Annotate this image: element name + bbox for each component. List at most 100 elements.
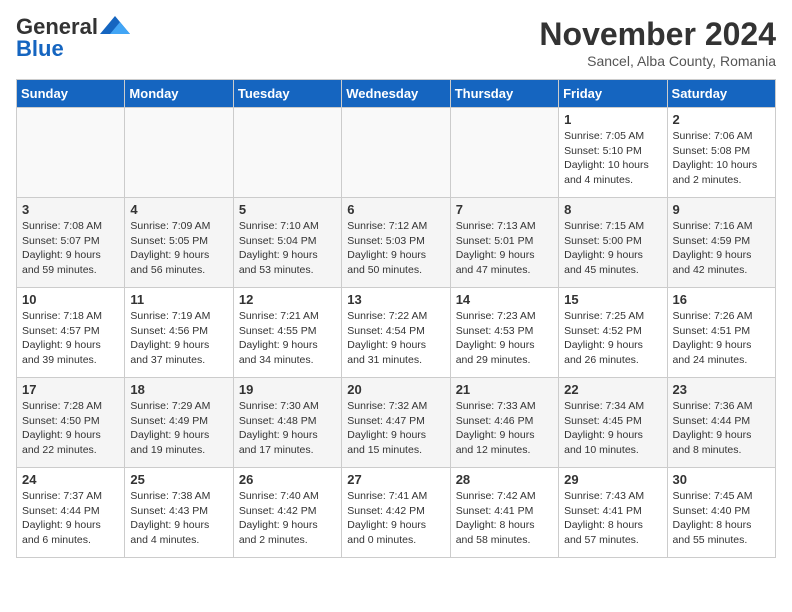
day-number: 13 xyxy=(347,292,444,307)
calendar-cell-w0-d4 xyxy=(450,108,558,198)
day-number: 4 xyxy=(130,202,227,217)
calendar-week-1: 3 Sunrise: 7:08 AMSunset: 5:07 PMDaylight… xyxy=(17,198,776,288)
day-number: 29 xyxy=(564,472,661,487)
calendar-cell-w1-d0: 3 Sunrise: 7:08 AMSunset: 5:07 PMDaylight… xyxy=(17,198,125,288)
day-info: Sunrise: 7:25 AMSunset: 4:52 PMDaylight:… xyxy=(564,309,661,368)
calendar-cell-w2-d2: 12 Sunrise: 7:21 AMSunset: 4:55 PMDayligh… xyxy=(233,288,341,378)
calendar-cell-w1-d1: 4 Sunrise: 7:09 AMSunset: 5:05 PMDaylight… xyxy=(125,198,233,288)
calendar-cell-w0-d6: 2 Sunrise: 7:06 AMSunset: 5:08 PMDaylight… xyxy=(667,108,775,198)
day-info: Sunrise: 7:28 AMSunset: 4:50 PMDaylight:… xyxy=(22,399,119,458)
day-number: 19 xyxy=(239,382,336,397)
day-info: Sunrise: 7:21 AMSunset: 4:55 PMDaylight:… xyxy=(239,309,336,368)
day-info: Sunrise: 7:19 AMSunset: 4:56 PMDaylight:… xyxy=(130,309,227,368)
day-number: 16 xyxy=(673,292,770,307)
day-number: 28 xyxy=(456,472,553,487)
calendar-cell-w1-d2: 5 Sunrise: 7:10 AMSunset: 5:04 PMDaylight… xyxy=(233,198,341,288)
calendar-cell-w4-d6: 30Sunrise: 7:45 AMSunset: 4:40 PMDayligh… xyxy=(667,468,775,558)
day-info: Sunrise: 7:37 AMSunset: 4:44 PMDaylight:… xyxy=(22,489,119,548)
day-info: Sunrise: 7:43 AMSunset: 4:41 PMDaylight:… xyxy=(564,489,661,548)
calendar-cell-w2-d4: 14Sunrise: 7:23 AMSunset: 4:53 PMDayligh… xyxy=(450,288,558,378)
header-thursday: Thursday xyxy=(450,80,558,108)
calendar-cell-w2-d0: 10 Sunrise: 7:18 AMSunset: 4:57 PMDayligh… xyxy=(17,288,125,378)
day-number: 9 xyxy=(673,202,770,217)
calendar-cell-w4-d1: 25 Sunrise: 7:38 AMSunset: 4:43 PMDayligh… xyxy=(125,468,233,558)
header-monday: Monday xyxy=(125,80,233,108)
day-info: Sunrise: 7:09 AMSunset: 5:05 PMDaylight:… xyxy=(130,219,227,278)
calendar-cell-w0-d2 xyxy=(233,108,341,198)
header-sunday: Sunday xyxy=(17,80,125,108)
title-area: November 2024 Sancel, Alba County, Roman… xyxy=(539,16,776,69)
day-info: Sunrise: 7:18 AMSunset: 4:57 PMDaylight:… xyxy=(22,309,119,368)
calendar-cell-w2-d1: 11 Sunrise: 7:19 AMSunset: 4:56 PMDayligh… xyxy=(125,288,233,378)
logo-text: General xyxy=(16,16,130,38)
day-number: 25 xyxy=(130,472,227,487)
logo: General Blue xyxy=(16,16,130,60)
calendar-cell-w0-d0 xyxy=(17,108,125,198)
day-number: 15 xyxy=(564,292,661,307)
day-number: 5 xyxy=(239,202,336,217)
calendar-cell-w0-d5: 1 Sunrise: 7:05 AMSunset: 5:10 PMDaylight… xyxy=(559,108,667,198)
logo-icon xyxy=(100,16,130,34)
day-number: 8 xyxy=(564,202,661,217)
month-title: November 2024 xyxy=(539,16,776,53)
calendar-cell-w1-d6: 9 Sunrise: 7:16 AMSunset: 4:59 PMDaylight… xyxy=(667,198,775,288)
calendar-cell-w3-d3: 20Sunrise: 7:32 AMSunset: 4:47 PMDayligh… xyxy=(342,378,450,468)
day-info: Sunrise: 7:22 AMSunset: 4:54 PMDaylight:… xyxy=(347,309,444,368)
day-info: Sunrise: 7:06 AMSunset: 5:08 PMDaylight:… xyxy=(673,129,770,188)
calendar-cell-w4-d4: 28 Sunrise: 7:42 AMSunset: 4:41 PMDayligh… xyxy=(450,468,558,558)
calendar-cell-w2-d5: 15 Sunrise: 7:25 AMSunset: 4:52 PMDayligh… xyxy=(559,288,667,378)
calendar-cell-w3-d6: 23 Sunrise: 7:36 AMSunset: 4:44 PMDayligh… xyxy=(667,378,775,468)
calendar-cell-w3-d2: 19 Sunrise: 7:30 AMSunset: 4:48 PMDayligh… xyxy=(233,378,341,468)
day-number: 23 xyxy=(673,382,770,397)
calendar-week-2: 10 Sunrise: 7:18 AMSunset: 4:57 PMDayligh… xyxy=(17,288,776,378)
day-info: Sunrise: 7:08 AMSunset: 5:07 PMDaylight:… xyxy=(22,219,119,278)
logo-blue: Blue xyxy=(16,38,64,60)
day-number: 17 xyxy=(22,382,119,397)
calendar-cell-w3-d0: 17 Sunrise: 7:28 AMSunset: 4:50 PMDayligh… xyxy=(17,378,125,468)
calendar-week-3: 17 Sunrise: 7:28 AMSunset: 4:50 PMDayligh… xyxy=(17,378,776,468)
day-info: Sunrise: 7:26 AMSunset: 4:51 PMDaylight:… xyxy=(673,309,770,368)
header-saturday: Saturday xyxy=(667,80,775,108)
day-number: 14 xyxy=(456,292,553,307)
header-wednesday: Wednesday xyxy=(342,80,450,108)
day-info: Sunrise: 7:40 AMSunset: 4:42 PMDaylight:… xyxy=(239,489,336,548)
calendar-cell-w0-d3 xyxy=(342,108,450,198)
calendar-week-4: 24Sunrise: 7:37 AMSunset: 4:44 PMDayligh… xyxy=(17,468,776,558)
day-info: Sunrise: 7:32 AMSunset: 4:47 PMDaylight:… xyxy=(347,399,444,458)
calendar-cell-w2-d3: 13 Sunrise: 7:22 AMSunset: 4:54 PMDayligh… xyxy=(342,288,450,378)
header-tuesday: Tuesday xyxy=(233,80,341,108)
day-number: 2 xyxy=(673,112,770,127)
day-number: 7 xyxy=(456,202,553,217)
day-number: 12 xyxy=(239,292,336,307)
day-number: 27 xyxy=(347,472,444,487)
day-info: Sunrise: 7:10 AMSunset: 5:04 PMDaylight:… xyxy=(239,219,336,278)
day-number: 11 xyxy=(130,292,227,307)
calendar-header-row: Sunday Monday Tuesday Wednesday Thursday… xyxy=(17,80,776,108)
calendar-cell-w0-d1 xyxy=(125,108,233,198)
day-number: 10 xyxy=(22,292,119,307)
day-number: 1 xyxy=(564,112,661,127)
day-info: Sunrise: 7:13 AMSunset: 5:01 PMDaylight:… xyxy=(456,219,553,278)
day-number: 30 xyxy=(673,472,770,487)
day-number: 3 xyxy=(22,202,119,217)
calendar-cell-w4-d2: 26Sunrise: 7:40 AMSunset: 4:42 PMDayligh… xyxy=(233,468,341,558)
day-info: Sunrise: 7:12 AMSunset: 5:03 PMDaylight:… xyxy=(347,219,444,278)
calendar-table: Sunday Monday Tuesday Wednesday Thursday… xyxy=(16,79,776,558)
day-info: Sunrise: 7:30 AMSunset: 4:48 PMDaylight:… xyxy=(239,399,336,458)
header-friday: Friday xyxy=(559,80,667,108)
day-number: 22 xyxy=(564,382,661,397)
day-number: 21 xyxy=(456,382,553,397)
day-number: 18 xyxy=(130,382,227,397)
day-info: Sunrise: 7:42 AMSunset: 4:41 PMDaylight:… xyxy=(456,489,553,548)
location: Sancel, Alba County, Romania xyxy=(539,53,776,69)
calendar-cell-w4-d3: 27Sunrise: 7:41 AMSunset: 4:42 PMDayligh… xyxy=(342,468,450,558)
calendar-cell-w3-d5: 22Sunrise: 7:34 AMSunset: 4:45 PMDayligh… xyxy=(559,378,667,468)
day-number: 6 xyxy=(347,202,444,217)
day-info: Sunrise: 7:38 AMSunset: 4:43 PMDaylight:… xyxy=(130,489,227,548)
day-info: Sunrise: 7:05 AMSunset: 5:10 PMDaylight:… xyxy=(564,129,661,188)
day-info: Sunrise: 7:36 AMSunset: 4:44 PMDaylight:… xyxy=(673,399,770,458)
day-info: Sunrise: 7:29 AMSunset: 4:49 PMDaylight:… xyxy=(130,399,227,458)
page-header: General Blue November 2024 Sancel, Alba … xyxy=(16,16,776,69)
day-info: Sunrise: 7:16 AMSunset: 4:59 PMDaylight:… xyxy=(673,219,770,278)
calendar-cell-w1-d3: 6 Sunrise: 7:12 AMSunset: 5:03 PMDaylight… xyxy=(342,198,450,288)
